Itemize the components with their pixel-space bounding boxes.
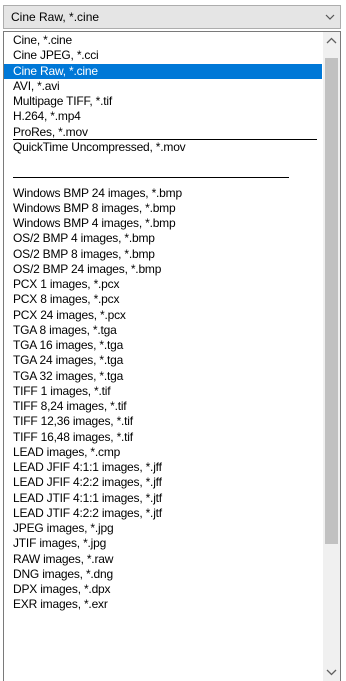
list-item-label: LEAD JFIF 4:2:2 images, *.jff	[13, 475, 162, 490]
list-item[interactable]: TIFF 8,24 images, *.tif	[4, 399, 322, 414]
list-item-label: JTIF images, *.jpg	[13, 536, 107, 551]
list-item-label: PCX 1 images, *.pcx	[13, 277, 120, 291]
scroll-up-icon[interactable]	[323, 32, 340, 49]
list-item[interactable]: TGA 24 images, *.tga	[4, 353, 322, 368]
list-separator	[4, 155, 322, 170]
list-item[interactable]: AVI, *.avi	[4, 79, 322, 94]
list-item[interactable]: LEAD JFIF 4:1:1 images, *.jff	[4, 460, 322, 475]
list-item[interactable]: H.264, *.mp4	[4, 109, 322, 124]
list-item-label: TIFF 16,48 images, *.tif	[13, 429, 133, 444]
list-item-label: AVI, *.avi	[13, 78, 60, 93]
list-item[interactable]: QuickTime Uncompressed, *.mov	[4, 140, 322, 155]
list-item-label: PCX 24 images, *.pcx	[13, 307, 126, 322]
list-item-label: LEAD JTIF 4:2:2 images, *.jtf	[13, 505, 162, 520]
list-item-label: LEAD JFIF 4:1:1 images, *.jff	[13, 460, 162, 474]
list-item[interactable]: Windows BMP 24 images, *.bmp	[4, 186, 322, 201]
list-item-label: TGA 16 images, *.tga	[13, 338, 124, 352]
list-item[interactable]: Cine Raw, *.cine	[4, 63, 322, 79]
list-item[interactable]: LEAD JTIF 4:1:1 images, *.jtf	[4, 491, 322, 506]
list-item-label: TIFF 1 images, *.tif	[13, 383, 111, 398]
list-item-label: Windows BMP 24 images, *.bmp	[13, 185, 182, 200]
list-item-label: JPEG images, *.jpg	[13, 521, 114, 535]
list-item[interactable]: LEAD JTIF 4:2:2 images, *.jtf	[4, 506, 322, 521]
file-type-dropdown-list[interactable]: Cine, *.cine Cine JPEG, *.cci Cine Raw, *.…	[3, 31, 341, 681]
list-item-label: EXR images, *.exr	[13, 597, 108, 612]
dropdown-rows: Cine, *.cine Cine JPEG, *.cci Cine Raw, *.…	[4, 33, 322, 613]
list-item[interactable]: TGA 8 images, *.tga	[4, 323, 322, 338]
list-item-label: TIFF 12,36 images, *.tif	[13, 414, 133, 429]
list-item[interactable]: OS/2 BMP 24 images, *.bmp	[4, 262, 322, 277]
list-separator	[4, 170, 322, 185]
list-item-label: DPX images, *.dpx	[13, 582, 111, 596]
list-item[interactable]: Windows BMP 8 images, *.bmp	[4, 201, 322, 216]
list-item[interactable]: TIFF 1 images, *.tif	[4, 384, 322, 399]
list-item-label: OS/2 BMP 8 images, *.bmp	[13, 246, 155, 261]
list-item[interactable]: PCX 24 images, *.pcx	[4, 308, 322, 323]
list-item[interactable]: JPEG images, *.jpg	[4, 521, 322, 536]
list-item-label: Multipage TIFF, *.tif	[13, 94, 112, 108]
list-item[interactable]: Cine JPEG, *.cci	[4, 48, 322, 63]
list-item[interactable]: Windows BMP 4 images, *.bmp	[4, 216, 322, 231]
list-item-label: OS/2 BMP 24 images, *.bmp	[13, 261, 162, 276]
list-item-label: TGA 8 images, *.tga	[13, 322, 117, 337]
combobox-value: Cine Raw, *.cine	[11, 10, 100, 24]
list-item[interactable]: EXR images, *.exr	[4, 597, 322, 612]
list-item-label: TIFF 8,24 images, *.tif	[13, 399, 127, 413]
list-item[interactable]: OS/2 BMP 8 images, *.bmp	[4, 247, 322, 262]
chevron-down-icon[interactable]	[324, 10, 336, 24]
list-item-label: RAW images, *.raw	[13, 551, 114, 566]
list-item-label: LEAD images, *.cmp	[13, 444, 121, 459]
scrollbar-thumb[interactable]	[325, 58, 338, 544]
list-item-label: Cine Raw, *.cine	[13, 63, 98, 78]
list-item-label: Cine JPEG, *.cci	[13, 48, 99, 63]
list-item[interactable]: TIFF 12,36 images, *.tif	[4, 414, 322, 429]
list-item-label: OS/2 BMP 4 images, *.bmp	[13, 231, 155, 246]
file-type-combobox[interactable]: Cine Raw, *.cine	[3, 5, 341, 29]
list-item[interactable]: OS/2 BMP 4 images, *.bmp	[4, 231, 322, 246]
list-item[interactable]: RAW images, *.raw	[4, 552, 322, 567]
list-item[interactable]: Cine, *.cine	[4, 33, 322, 48]
list-item[interactable]: DPX images, *.dpx	[4, 582, 322, 597]
list-item-label: TGA 32 images, *.tga	[13, 368, 124, 383]
scroll-down-icon[interactable]	[323, 664, 340, 681]
list-item[interactable]: ProRes, *.mov	[4, 124, 322, 141]
list-item[interactable]: JTIF images, *.jpg	[4, 536, 322, 551]
list-item-label: ProRes, *.mov	[13, 124, 88, 139]
list-item-label: QuickTime Uncompressed, *.mov	[13, 139, 186, 154]
list-item[interactable]: Multipage TIFF, *.tif	[4, 94, 322, 109]
list-item-label: H.264, *.mp4	[13, 109, 81, 124]
vertical-scrollbar[interactable]	[323, 32, 340, 681]
list-item[interactable]: DNG images, *.dng	[4, 567, 322, 582]
list-item[interactable]: TGA 16 images, *.tga	[4, 338, 322, 353]
list-item-label: PCX 8 images, *.pcx	[13, 292, 120, 307]
list-item[interactable]: PCX 8 images, *.pcx	[4, 292, 322, 307]
list-item[interactable]: LEAD JFIF 4:2:2 images, *.jff	[4, 475, 322, 490]
list-item[interactable]: TIFF 16,48 images, *.tif	[4, 430, 322, 445]
list-item-label: TGA 24 images, *.tga	[13, 353, 124, 368]
list-item-label: DNG images, *.dng	[13, 566, 113, 581]
list-item-label: Cine, *.cine	[13, 33, 72, 47]
list-item[interactable]: LEAD images, *.cmp	[4, 445, 322, 460]
list-item-label: LEAD JTIF 4:1:1 images, *.jtf	[13, 490, 162, 505]
list-item-label: Windows BMP 8 images, *.bmp	[13, 200, 176, 215]
list-item[interactable]: TGA 32 images, *.tga	[4, 369, 322, 384]
list-item-label: Windows BMP 4 images, *.bmp	[13, 216, 176, 230]
list-item[interactable]: PCX 1 images, *.pcx	[4, 277, 322, 292]
